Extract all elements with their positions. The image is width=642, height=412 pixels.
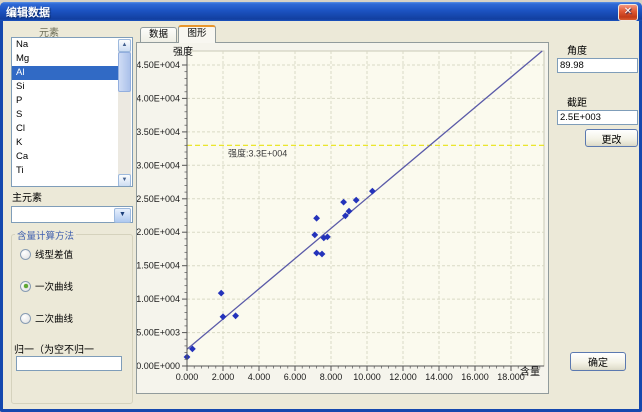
- svg-text:含量: 含量: [520, 365, 540, 378]
- method-groupbox: 含量计算方法 线型差值一次曲线二次曲线 归一（为空不归一: [11, 234, 133, 404]
- svg-text:4.00E+004: 4.00E+004: [137, 93, 180, 103]
- svg-text:5.00E+003: 5.00E+003: [137, 328, 180, 338]
- window-title: 编辑数据: [6, 7, 50, 19]
- svg-text:2.50E+004: 2.50E+004: [137, 194, 180, 204]
- svg-text:1.00E+004: 1.00E+004: [137, 294, 180, 304]
- radio-label: 一次曲线: [35, 279, 73, 293]
- scrollbar-thumb[interactable]: [118, 52, 131, 92]
- radio-label: 线型差值: [35, 247, 73, 261]
- elements-scrollbar[interactable]: ▲ ▼: [118, 39, 131, 187]
- ok-button[interactable]: 确定: [570, 352, 626, 371]
- list-item-P[interactable]: P: [12, 94, 121, 108]
- normalize-label: 归一（为空不归一: [14, 341, 94, 356]
- list-item-Ti[interactable]: Ti: [12, 164, 121, 178]
- normalize-input[interactable]: [16, 356, 122, 371]
- radio-method-1[interactable]: 一次曲线: [20, 280, 73, 292]
- svg-text:2.000: 2.000: [212, 372, 235, 382]
- list-item-Si[interactable]: Si: [12, 80, 121, 94]
- svg-text:0.00E+000: 0.00E+000: [137, 361, 180, 371]
- svg-text:4.50E+004: 4.50E+004: [137, 60, 180, 70]
- calibration-chart[interactable]: 强度:3.3E+004 0.000 2.000 4.000 6.000 8.000 10.0…: [137, 43, 548, 398]
- svg-text:8.000: 8.000: [320, 372, 343, 382]
- scroll-down-icon: ▼: [122, 177, 128, 183]
- tab-data[interactable]: 数据: [140, 27, 177, 43]
- svg-text:3.00E+004: 3.00E+004: [137, 160, 180, 170]
- change-button[interactable]: 更改: [585, 129, 638, 147]
- svg-text:14.000: 14.000: [425, 372, 453, 382]
- svg-text:10.000: 10.000: [353, 372, 381, 382]
- list-item-S[interactable]: S: [12, 108, 121, 122]
- angle-label: 角度: [567, 42, 587, 57]
- scroll-up-button[interactable]: ▲: [118, 39, 131, 52]
- list-item-Al[interactable]: Al: [12, 66, 121, 80]
- title-bar[interactable]: 编辑数据 ✕: [0, 2, 642, 21]
- svg-text:0.000: 0.000: [176, 372, 199, 382]
- svg-text:3.50E+004: 3.50E+004: [137, 127, 180, 137]
- elements-list[interactable]: ▲ ▼ NaMgAlSiPSClKCaTi: [11, 37, 133, 187]
- edit-data-dialog: 编辑数据 ✕ 元素 ▲ ▼ NaMgAlSiPSClKCaTi 主元素 ▼ 含量…: [0, 2, 642, 412]
- svg-text:6.000: 6.000: [284, 372, 307, 382]
- main-element-combobox[interactable]: ▼: [11, 206, 133, 223]
- scroll-down-button[interactable]: ▼: [118, 174, 131, 187]
- radio-icon[interactable]: [20, 249, 31, 260]
- intercept-input[interactable]: [557, 110, 638, 125]
- radio-method-0[interactable]: 线型差值: [20, 248, 73, 260]
- close-button[interactable]: ✕: [618, 4, 638, 21]
- radio-label: 二次曲线: [35, 311, 73, 325]
- svg-text:1.50E+004: 1.50E+004: [137, 261, 180, 271]
- svg-text:4.000: 4.000: [248, 372, 271, 382]
- intercept-label: 截距: [567, 94, 587, 109]
- main-element-value: [12, 212, 15, 223]
- svg-text:强度:3.3E+004: 强度:3.3E+004: [228, 147, 287, 158]
- svg-text:12.000: 12.000: [389, 372, 417, 382]
- list-item-Ca[interactable]: Ca: [12, 150, 121, 164]
- list-item-Mg[interactable]: Mg: [12, 52, 121, 66]
- close-icon: ✕: [624, 6, 632, 17]
- svg-text:16.000: 16.000: [461, 372, 489, 382]
- chevron-down-icon: ▼: [119, 211, 126, 218]
- radio-icon[interactable]: [20, 313, 31, 324]
- method-group-label: 含量计算方法: [15, 228, 76, 242]
- scroll-up-icon: ▲: [122, 42, 128, 48]
- list-item-K[interactable]: K: [12, 136, 121, 150]
- list-item-Cl[interactable]: Cl: [12, 122, 121, 136]
- radio-method-2[interactable]: 二次曲线: [20, 312, 73, 324]
- combobox-dropdown-button[interactable]: ▼: [114, 208, 131, 223]
- tab-graph[interactable]: 图形: [178, 25, 216, 43]
- list-item-Na[interactable]: Na: [12, 38, 121, 52]
- radio-selected-icon[interactable]: [20, 281, 31, 292]
- graph-tab-page: 强度:3.3E+004 0.000 2.000 4.000 6.000 8.000 10.0…: [136, 42, 549, 394]
- angle-input[interactable]: [557, 58, 638, 73]
- main-element-label: 主元素: [12, 189, 42, 204]
- svg-text:2.00E+004: 2.00E+004: [137, 227, 180, 237]
- svg-text:强度: 强度: [173, 45, 193, 58]
